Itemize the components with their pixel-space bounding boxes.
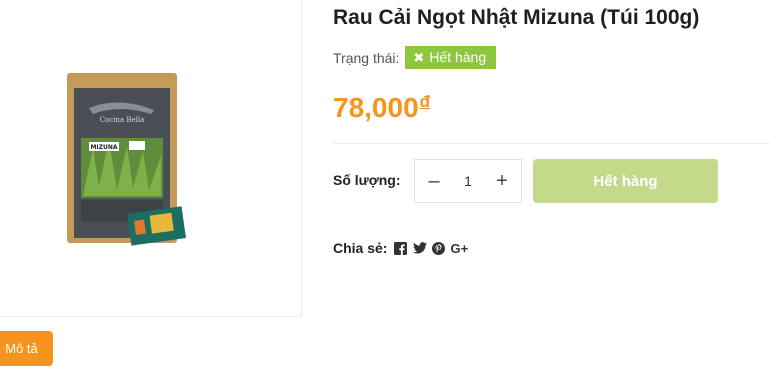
google-plus-icon[interactable]: G+ <box>450 241 468 256</box>
quantity-input[interactable] <box>453 173 483 189</box>
pinterest-icon[interactable] <box>431 241 446 256</box>
increment-button[interactable]: + <box>483 160 521 202</box>
share-label: Chia sẻ: <box>333 240 388 256</box>
twitter-icon[interactable] <box>412 241 427 256</box>
quantity-stepper: – + <box>414 159 522 203</box>
svg-text:MIZUNA: MIZUNA <box>90 144 117 151</box>
status-badge: ✖ Hết hàng <box>405 46 497 69</box>
product-image[interactable]: Cocina Bella MIZUNA <box>59 68 199 253</box>
product-image-panel: Cocina Bella MIZUNA <box>0 0 302 317</box>
status-label: Trạng thái: <box>333 49 400 66</box>
svg-text:Cocina Bella: Cocina Bella <box>100 116 145 124</box>
product-title: Rau Cải Ngọt Nhật Mizuna (Túi 100g) <box>333 6 700 29</box>
status-value: Hết hàng <box>429 49 487 65</box>
decrement-button[interactable]: – <box>415 160 453 202</box>
divider <box>333 143 770 144</box>
stock-status: Trạng thái: ✖ Hết hàng <box>333 46 497 69</box>
currency-symbol: đ <box>419 92 431 111</box>
share-row: Chia sẻ: G+ <box>333 240 468 256</box>
product-price: 78,000đ <box>333 92 430 124</box>
close-icon: ✖ <box>413 50 425 65</box>
facebook-icon[interactable] <box>393 241 408 256</box>
out-of-stock-button[interactable]: Hết hàng <box>533 159 718 203</box>
tab-description[interactable]: Mô tả <box>0 331 53 366</box>
quantity-label: Số lượng: <box>333 172 401 188</box>
price-value: 78,000 <box>333 92 419 123</box>
